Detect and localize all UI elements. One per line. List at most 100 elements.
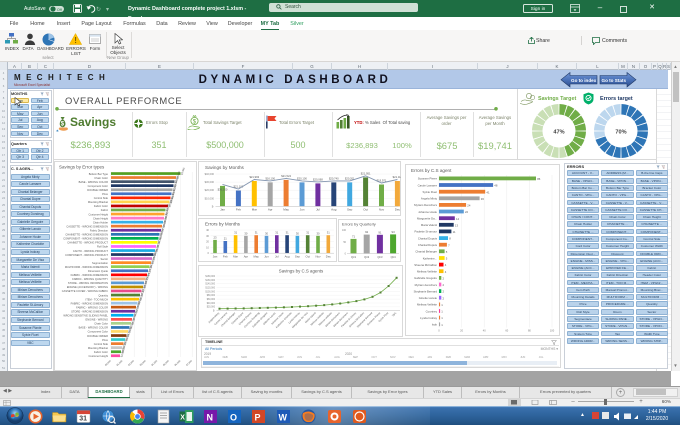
svg-text:Sep: Sep (347, 207, 353, 211)
svg-text:2: 2 (443, 296, 445, 300)
svg-text:30: 30 (295, 231, 298, 235)
svg-text:Chain Height: Chain Height (93, 216, 108, 220)
svg-text:Ginette Lanoie: Ginette Lanoie (419, 296, 438, 300)
svg-text:22: 22 (465, 210, 469, 214)
svg-text:Fabric Direction: Fabric Direction (90, 228, 109, 232)
svg-text:Control Side: Control Side (94, 341, 109, 345)
svg-text:Chantal Dupuis: Chantal Dupuis (418, 236, 438, 240)
svg-text:Oct: Oct (363, 207, 368, 211)
svg-text:Johanne Houle: Johanne Houle (418, 209, 437, 213)
svg-text:Katherine...: Katherine... (423, 256, 438, 260)
svg-text:31: 31 (254, 230, 257, 234)
svg-text:41: 41 (486, 190, 490, 194)
svg-text:$20,000: $20,000 (206, 307, 215, 309)
svg-text:$7,000: $7,000 (186, 359, 194, 367)
svg-text:Customer Height: Customer Height (89, 354, 109, 358)
svg-text:$21,114: $21,114 (392, 175, 400, 179)
svg-text:$30,000: $30,000 (204, 180, 214, 184)
svg-text:Fabric Color: Fabric Color (94, 204, 108, 208)
svg-text:1: 1 (441, 309, 443, 313)
svg-text:Fabric: Fabric (101, 208, 109, 212)
svg-text:Roll Style: Roll Style (97, 244, 109, 248)
svg-text:Mar: Mar (251, 207, 256, 211)
svg-text:$4,000: $4,000 (151, 359, 159, 367)
svg-text:21: 21 (223, 236, 226, 240)
svg-text:2: 2 (443, 289, 445, 293)
svg-text:20: 20 (206, 239, 209, 243)
svg-text:40: 40 (206, 228, 209, 232)
svg-text:$1,000: $1,000 (116, 359, 124, 367)
svg-text:$20,068: $20,068 (313, 177, 323, 181)
svg-text:MULTIFORM - WRONG DIMENSION: MULTIFORM - WRONG DIMENSION (65, 264, 108, 268)
svg-text:93: 93 (392, 229, 396, 233)
svg-text:70%: 70% (615, 130, 626, 136)
svg-text:Melissa Veillette: Melissa Veillette (417, 302, 437, 306)
svg-text:0: 0 (345, 252, 347, 255)
svg-text:Mounting Bracket: Mounting Bracket (88, 345, 108, 349)
svg-text:Control Side: Control Side (94, 196, 109, 200)
svg-text:100: 100 (342, 229, 347, 232)
svg-text:Sep: Sep (294, 254, 299, 258)
svg-text:Nov: Nov (378, 207, 384, 211)
svg-text:1: 1 (441, 316, 443, 320)
svg-text:ENGINE (ACCESSORY) - WRONG: ENGINE (ACCESSORY) - WRONG (67, 285, 108, 289)
svg-text:Isob: Isob (432, 322, 438, 326)
svg-text:Sheena McCallion: Sheena McCallion (414, 262, 437, 266)
svg-text:Customer Height: Customer Height (89, 212, 109, 216)
svg-text:$21,524: $21,524 (281, 173, 291, 177)
svg-text:DOUBLE ORDER: DOUBLE ORDER (87, 188, 108, 192)
svg-text:$180,000: $180,000 (205, 276, 215, 278)
svg-text:Paulette St-amour: Paulette St-amour (414, 229, 437, 233)
svg-text:$10,000: $10,000 (204, 196, 214, 200)
svg-text:100: 100 (550, 328, 555, 332)
svg-text:30: 30 (244, 231, 247, 235)
svg-text:$40,000: $40,000 (204, 172, 214, 176)
svg-text:30: 30 (265, 231, 268, 235)
svg-text:20: 20 (460, 328, 463, 332)
svg-text:Chantal Dupuis: Chantal Dupuis (418, 243, 438, 247)
svg-text:Chain Holder: Chain Holder (93, 220, 108, 224)
svg-text:Gabrielle Gregoire: Gabrielle Gregoire (414, 276, 437, 280)
svg-text:$21,951: $21,951 (360, 171, 370, 175)
svg-text:$20,000: $20,000 (204, 188, 214, 192)
svg-text:23: 23 (213, 235, 216, 239)
svg-text:$7,961: $7,961 (181, 166, 186, 175)
svg-text:4: 4 (445, 269, 447, 273)
svg-text:30: 30 (206, 233, 209, 237)
svg-text:$3,000: $3,000 (139, 359, 147, 367)
svg-text:↻: ↻ (96, 6, 101, 13)
svg-text:$120,000: $120,000 (205, 287, 215, 289)
svg-text:Errors by Quarterly: Errors by Quarterly (342, 221, 376, 226)
svg-text:31: 31 (275, 230, 278, 234)
svg-text:Component Color: Component Color (88, 329, 108, 333)
svg-text:14: 14 (456, 216, 460, 220)
svg-text:$60,000: $60,000 (206, 299, 215, 301)
svg-text:$160,000: $160,000 (205, 280, 215, 282)
svg-text:86: 86 (537, 177, 541, 181)
svg-text:Nov: Nov (315, 254, 321, 258)
svg-text:10: 10 (206, 245, 209, 249)
svg-text:Jun: Jun (299, 207, 304, 211)
svg-text:Courtney: Courtney (426, 309, 438, 313)
svg-text:$20,100: $20,100 (297, 176, 307, 180)
svg-text:Sylvie Fluet: Sylvie Fluet (423, 190, 438, 194)
svg-text:50: 50 (343, 240, 346, 243)
svg-text:Chantal Belanger: Chantal Belanger (415, 249, 437, 253)
svg-text:60: 60 (505, 328, 508, 332)
svg-text:7: 7 (448, 243, 450, 247)
svg-text:!: ! (74, 36, 77, 45)
svg-text:P: P (255, 412, 261, 422)
svg-text:1: 1 (441, 303, 443, 307)
svg-text:80: 80 (528, 328, 531, 332)
svg-text:36: 36 (481, 196, 485, 200)
svg-text:Suzanne Pierre: Suzanne Pierre (418, 176, 438, 180)
svg-text:$80,000: $80,000 (206, 295, 215, 297)
svg-text:$140,000: $140,000 (205, 284, 215, 286)
svg-text:Apr: Apr (267, 207, 272, 211)
svg-text:COMPONENT - WRONG DIMENSION: COMPONENT - WRONG DIMENSION (63, 236, 108, 240)
svg-text:$6,000: $6,000 (174, 359, 182, 367)
svg-text:BASE - WRONG COLOR: BASE - WRONG COLOR (79, 325, 109, 329)
svg-text:COMPONENT - WRONG PRODUCT: COMPONENT - WRONG PRODUCT (65, 252, 108, 256)
svg-text:Apr: Apr (243, 254, 247, 258)
svg-text:47%: 47% (553, 130, 564, 136)
